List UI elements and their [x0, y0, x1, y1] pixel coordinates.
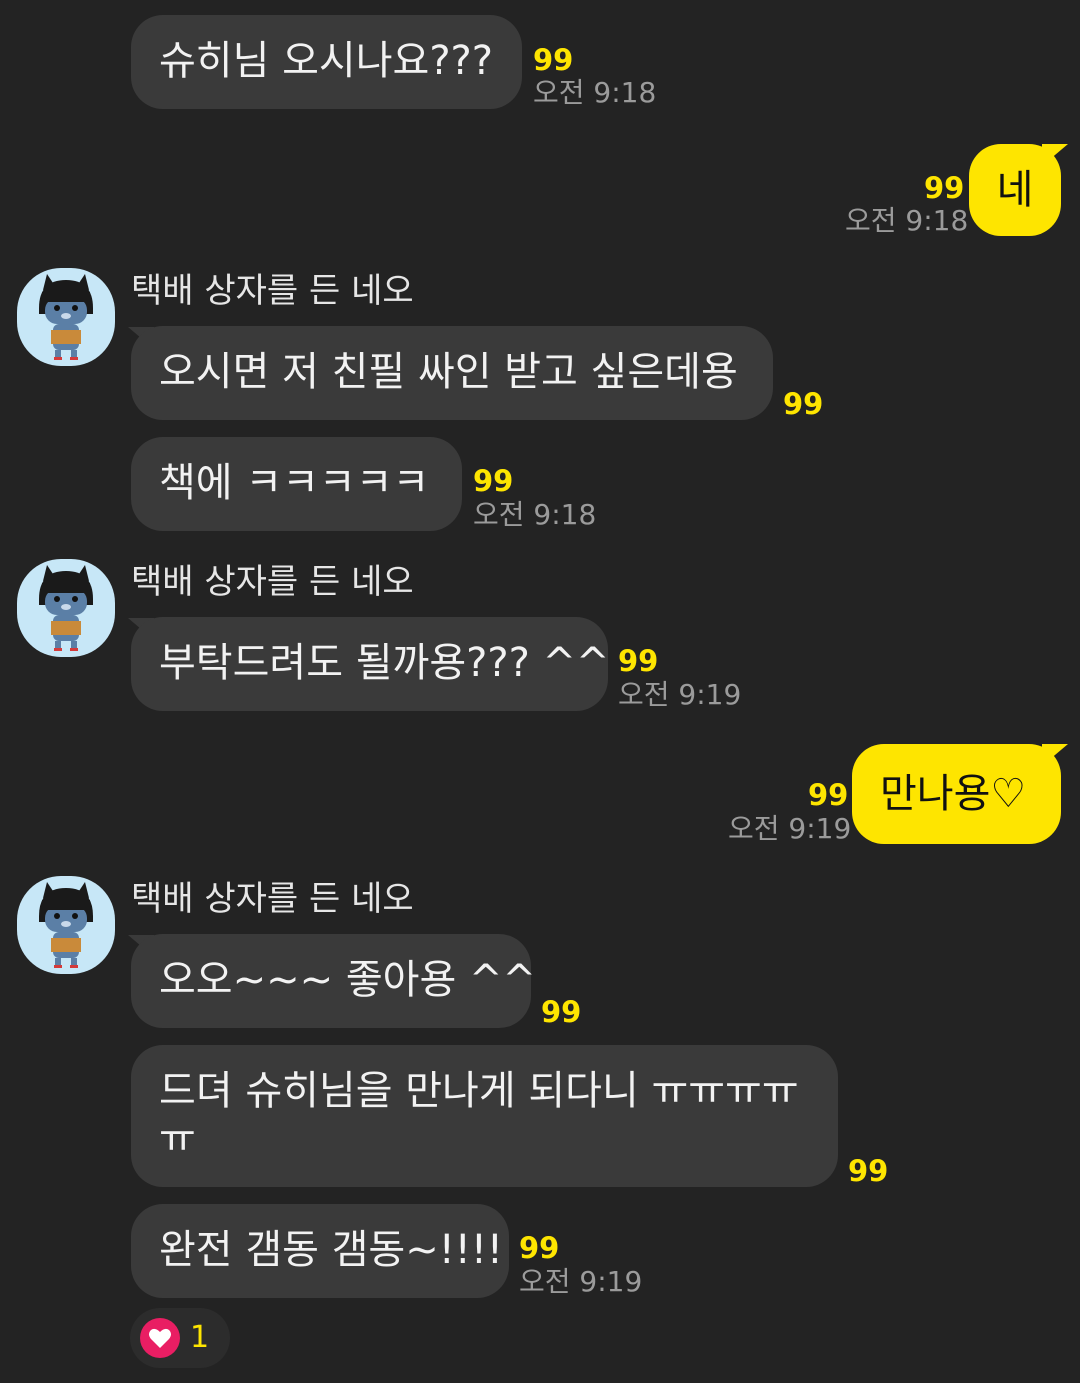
my-message-bubble[interactable]: 만나용♡ — [852, 744, 1061, 844]
profile-avatar[interactable] — [17, 559, 115, 657]
message-text: 슈히님 오시나요??? — [159, 38, 494, 84]
unread-count: 99 — [541, 995, 582, 1029]
message-text: 네 — [996, 167, 1034, 213]
unread-count: 99 — [618, 644, 659, 678]
message-bubble[interactable]: 오오~~~ 좋아용 ^^ — [131, 934, 536, 1028]
message-text: 만나용♡ — [880, 771, 1027, 817]
profile-avatar[interactable] — [17, 876, 115, 974]
message-bubble[interactable]: 부탁드려도 될까용??? ^^ — [131, 617, 610, 711]
unread-count: 99 — [519, 1231, 560, 1265]
message-time: 오전 9:18 — [533, 76, 657, 109]
heart-icon — [140, 1318, 180, 1358]
sender-name: 택배 상자를 든 네오 — [131, 562, 414, 602]
message-time: 오전 9:18 — [845, 204, 969, 237]
message-bubble[interactable]: 슈히님 오시나요??? — [131, 15, 522, 109]
message-text: 오시면 저 친필 싸인 받고 싶은데용 — [159, 349, 738, 395]
bubble-tail — [1042, 144, 1068, 166]
message-time: 오전 9:19 — [618, 678, 742, 711]
sender-name: 택배 상자를 든 네오 — [131, 271, 414, 311]
bubble-tail — [1042, 744, 1068, 766]
message-text: 드뎌 슈히님을 만나게 되다니 ㅠㅠㅠㅠㅠ — [159, 1068, 799, 1162]
message-bubble[interactable]: 드뎌 슈히님을 만나게 되다니 ㅠㅠㅠㅠㅠ — [131, 1045, 838, 1187]
message-bubble[interactable]: 오시면 저 친필 싸인 받고 싶은데용 — [131, 326, 773, 420]
neo-character-icon — [39, 274, 93, 360]
unread-count: 99 — [783, 387, 824, 421]
reaction-chip[interactable]: 1 — [130, 1308, 230, 1368]
unread-count: 99 — [848, 1154, 889, 1188]
message-text: 부탁드려도 될까용??? ^^ — [159, 640, 610, 686]
neo-character-icon — [39, 565, 93, 651]
profile-avatar[interactable] — [17, 268, 115, 366]
message-bubble[interactable]: 책에 ㅋㅋㅋㅋㅋ — [131, 437, 462, 531]
message-text: 완전 갬동 갬동~!!!! — [159, 1227, 503, 1273]
message-text: 책에 ㅋㅋㅋㅋㅋ — [159, 460, 430, 506]
sender-name: 택배 상자를 든 네오 — [131, 879, 414, 919]
neo-character-icon — [39, 882, 93, 968]
unread-count: 99 — [473, 464, 514, 498]
unread-count: 99 — [924, 171, 965, 205]
unread-count: 99 — [808, 778, 849, 812]
message-time: 오전 9:19 — [519, 1265, 643, 1298]
message-text: 오오~~~ 좋아용 ^^ — [159, 957, 537, 1003]
message-time: 오전 9:18 — [473, 498, 597, 531]
message-bubble[interactable]: 완전 갬동 갬동~!!!! — [131, 1204, 509, 1298]
reaction-count: 1 — [190, 1320, 210, 1355]
message-time: 오전 9:19 — [728, 812, 852, 845]
unread-count: 99 — [533, 43, 574, 77]
